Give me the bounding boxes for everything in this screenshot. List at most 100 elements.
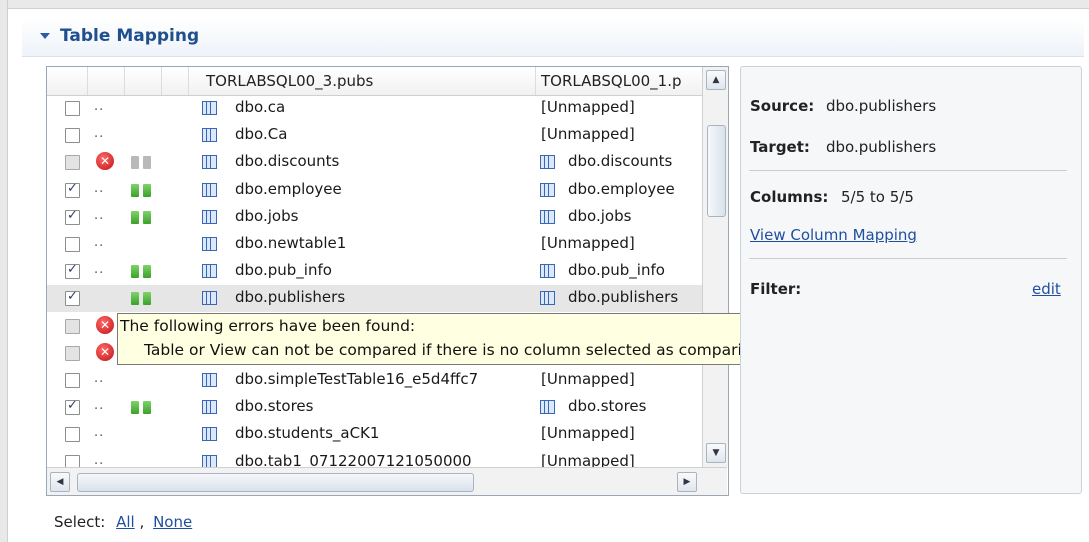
filter-edit-link[interactable]: edit bbox=[1032, 280, 1061, 298]
table-icon bbox=[540, 400, 555, 415]
row-checkbox[interactable] bbox=[65, 345, 80, 361]
table-row[interactable]: .. dbo.ca [Unmapped] bbox=[47, 95, 702, 122]
header-target-column[interactable]: TORLABSQL00_1.p bbox=[535, 67, 702, 95]
source-table-name: dbo.discounts bbox=[235, 152, 340, 171]
row-checkbox[interactable] bbox=[65, 289, 80, 307]
source-table-name: dbo.Ca bbox=[235, 125, 288, 144]
compare-enabled-icon bbox=[131, 210, 153, 224]
vertical-scroll-thumb[interactable] bbox=[707, 125, 726, 217]
row-checkbox[interactable] bbox=[65, 262, 80, 280]
filter-label: Filter: bbox=[750, 280, 802, 298]
row-checkbox[interactable] bbox=[65, 318, 80, 334]
table-icon bbox=[202, 400, 217, 415]
row-checkbox[interactable] bbox=[65, 181, 80, 198]
source-table-name: dbo.employee bbox=[235, 179, 342, 198]
table-row[interactable]: .. dbo.jobs dbo.jobs bbox=[47, 204, 702, 231]
table-row[interactable]: ✕ dbo.discounts dbo.discounts bbox=[47, 149, 702, 176]
source-table-name: dbo.pub_info bbox=[235, 261, 332, 280]
table-icon bbox=[202, 427, 217, 442]
table-row[interactable]: .. dbo.stores dbo.stores bbox=[47, 394, 702, 421]
source-table-name: dbo.stores bbox=[235, 397, 314, 416]
table-mapping-section-header[interactable]: Table Mapping bbox=[22, 18, 1084, 57]
select-controls: Select: All , None bbox=[54, 513, 192, 531]
table-row[interactable]: .. dbo.students_aCK1 [Unmapped] bbox=[47, 421, 702, 448]
table-row[interactable]: .. dbo.employee dbo.employee bbox=[47, 177, 702, 204]
row-checkbox[interactable] bbox=[65, 155, 80, 171]
columns-value: 5/5 to 5/5 bbox=[841, 188, 914, 206]
section-title: Table Mapping bbox=[60, 26, 200, 46]
target-table-name[interactable]: [Unmapped] bbox=[541, 234, 635, 252]
target-table-name[interactable]: dbo.discounts bbox=[568, 152, 672, 170]
table-row[interactable]: .. dbo.newtable1 [Unmapped] bbox=[47, 231, 702, 258]
row-checkbox[interactable] bbox=[65, 101, 80, 116]
target-table-name[interactable]: [Unmapped] bbox=[541, 424, 635, 442]
horizontal-scrollbar[interactable]: ◀ ▶ bbox=[47, 467, 727, 495]
table-icon bbox=[540, 155, 555, 170]
compare-enabled-icon bbox=[131, 401, 153, 415]
error-icon[interactable]: ✕ bbox=[96, 342, 114, 361]
target-table-name[interactable]: dbo.employee bbox=[568, 180, 675, 198]
row-status-dots: .. bbox=[94, 371, 105, 386]
table-row[interactable]: .. dbo.simpleTestTable16_e5d4ffc7 [Unmappe… bbox=[47, 367, 702, 394]
table-icon bbox=[202, 128, 217, 143]
target-table-name[interactable]: dbo.publishers bbox=[568, 288, 678, 306]
row-checkbox[interactable] bbox=[65, 373, 80, 388]
compare-disabled-icon bbox=[131, 156, 153, 170]
table-row[interactable]: dbo.publishers dbo.publishers bbox=[47, 285, 702, 313]
horizontal-scroll-thumb[interactable] bbox=[77, 473, 474, 492]
scroll-right-icon[interactable]: ▶ bbox=[677, 472, 697, 492]
scroll-left-icon[interactable]: ◀ bbox=[50, 472, 70, 492]
select-none-link[interactable]: None bbox=[153, 513, 192, 531]
header-status-column[interactable] bbox=[87, 67, 125, 95]
target-table-name[interactable]: dbo.pub_info bbox=[568, 261, 665, 279]
compare-enabled-icon bbox=[131, 292, 153, 306]
table-row[interactable]: .. dbo.pub_info dbo.pub_info bbox=[47, 258, 702, 285]
target-value: dbo.publishers bbox=[826, 138, 937, 156]
vertical-scrollbar[interactable]: ▲ ▼ bbox=[702, 67, 728, 467]
table-row[interactable]: .. dbo.Ca [Unmapped] bbox=[47, 122, 702, 149]
error-icon[interactable]: ✕ bbox=[96, 152, 114, 171]
header-source-column[interactable]: TORLABSQL00_3.pubs bbox=[188, 67, 536, 95]
target-table-name[interactable]: [Unmapped] bbox=[541, 125, 635, 143]
header-checkbox-column[interactable] bbox=[47, 67, 88, 95]
table-icon bbox=[540, 182, 555, 197]
row-checkbox[interactable] bbox=[65, 128, 80, 144]
source-table-name: dbo.students_aCK1 bbox=[235, 424, 380, 443]
target-label: Target: bbox=[750, 138, 810, 156]
window-frame-top bbox=[0, 0, 1089, 9]
table-icon bbox=[202, 264, 217, 279]
row-checkbox[interactable] bbox=[65, 208, 80, 225]
table-icon bbox=[540, 264, 555, 279]
expand-arrow-icon[interactable] bbox=[40, 33, 50, 39]
columns-label: Columns: bbox=[750, 188, 829, 206]
row-checkbox[interactable] bbox=[65, 427, 80, 443]
view-column-mapping-link[interactable]: View Column Mapping bbox=[750, 226, 917, 244]
row-checkbox[interactable] bbox=[65, 398, 80, 416]
source-table-name: dbo.newtable1 bbox=[235, 234, 347, 252]
table-icon bbox=[202, 237, 217, 251]
row-status-dots: .. bbox=[94, 99, 105, 114]
select-all-link[interactable]: All bbox=[116, 513, 135, 531]
table-icon bbox=[540, 291, 555, 306]
target-table-name[interactable]: dbo.stores bbox=[568, 397, 646, 415]
target-table-name[interactable]: [Unmapped] bbox=[541, 98, 635, 116]
source-column-title: TORLABSQL00_3.pubs bbox=[206, 72, 374, 90]
divider bbox=[749, 170, 1067, 171]
table-icon bbox=[202, 182, 217, 197]
row-status-dots: .. bbox=[94, 235, 105, 250]
target-table-name[interactable]: [Unmapped] bbox=[541, 370, 635, 388]
table-icon bbox=[540, 209, 555, 224]
header-compare-column[interactable] bbox=[124, 67, 162, 95]
scroll-down-icon[interactable]: ▼ bbox=[706, 443, 726, 463]
target-table-name[interactable]: dbo.jobs bbox=[568, 207, 631, 225]
header-blank-column[interactable] bbox=[161, 67, 189, 95]
scroll-up-icon[interactable]: ▲ bbox=[706, 70, 726, 90]
table-icon bbox=[202, 155, 217, 170]
row-checkbox[interactable] bbox=[65, 237, 80, 252]
mapping-details-panel: Source: dbo.publishers Target: dbo.publi… bbox=[740, 66, 1082, 494]
row-status-dots: .. bbox=[94, 425, 105, 441]
row-status-dots: .. bbox=[94, 398, 105, 414]
table-mapping-grid[interactable]: TORLABSQL00_3.pubs TORLABSQL00_1.p .. dbo… bbox=[46, 66, 729, 496]
error-icon[interactable]: ✕ bbox=[96, 315, 114, 334]
row-status-dots: .. bbox=[94, 126, 105, 142]
